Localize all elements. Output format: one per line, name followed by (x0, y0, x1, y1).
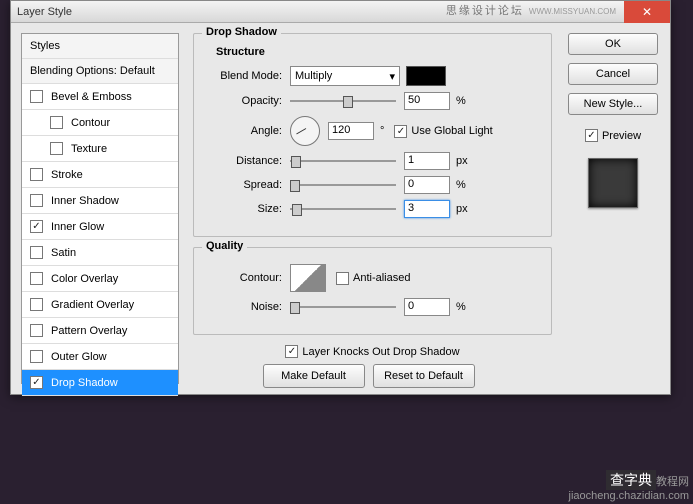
sidebar-checkbox[interactable] (50, 116, 63, 129)
antialiased-checkbox[interactable] (336, 272, 349, 285)
sidebar-checkbox[interactable] (30, 324, 43, 337)
contour-picker[interactable] (290, 264, 326, 292)
quality-group: Quality Contour: Anti-aliased Noise: 0 % (193, 247, 552, 335)
sidebar-checkbox[interactable] (50, 142, 63, 155)
quality-title: Quality (202, 240, 247, 252)
chevron-down-icon: ▾ (389, 70, 395, 83)
angle-label: Angle: (206, 125, 282, 137)
preview-label: Preview (602, 130, 641, 142)
preview-checkbox[interactable] (585, 129, 598, 142)
global-light-label: Use Global Light (411, 125, 492, 137)
sidebar-checkbox[interactable] (30, 194, 43, 207)
sidebar-item-inner-shadow[interactable]: Inner Shadow (22, 188, 178, 214)
structure-group: Drop Shadow Structure Blend Mode: Multip… (193, 33, 552, 237)
sidebar-checkbox[interactable] (30, 168, 43, 181)
preview-thumbnail (588, 158, 638, 208)
sidebar-checkbox[interactable] (30, 350, 43, 363)
sidebar-item-label: Inner Shadow (51, 195, 119, 207)
sidebar-item-label: Satin (51, 247, 76, 259)
knockout-checkbox[interactable] (285, 345, 298, 358)
blend-mode-label: Blend Mode: (206, 70, 282, 82)
page-watermark: 查字典教程网 jiaocheng.chazidian.com (569, 470, 689, 502)
sidebar-item-label: Texture (71, 143, 107, 155)
size-field[interactable]: 3 (404, 200, 450, 218)
angle-field[interactable]: 120 (328, 122, 374, 140)
size-label: Size: (206, 203, 282, 215)
blend-mode-select[interactable]: Multiply ▾ (290, 66, 400, 86)
spread-field[interactable]: 0 (404, 176, 450, 194)
sidebar-checkbox[interactable] (30, 246, 43, 259)
layer-style-dialog: Layer Style 思缘设计论坛 WWW.MISSYUAN.COM ✕ St… (10, 0, 671, 395)
sidebar-item-inner-glow[interactable]: Inner Glow (22, 214, 178, 240)
sidebar-styles-header[interactable]: Styles (22, 34, 178, 59)
sidebar-blending-header[interactable]: Blending Options: Default (22, 59, 178, 84)
window-title: Layer Style (17, 6, 72, 18)
sidebar-item-bevel-emboss[interactable]: Bevel & Emboss (22, 84, 178, 110)
contour-label: Contour: (206, 272, 282, 284)
cancel-button[interactable]: Cancel (568, 63, 658, 85)
sidebar-checkbox[interactable] (30, 376, 43, 389)
make-default-button[interactable]: Make Default (263, 364, 365, 388)
angle-dial[interactable] (290, 116, 320, 146)
global-light-checkbox[interactable] (394, 125, 407, 138)
panel-title: Drop Shadow (202, 26, 281, 38)
sidebar-item-pattern-overlay[interactable]: Pattern Overlay (22, 318, 178, 344)
content-area: Styles Blending Options: Default Bevel &… (11, 23, 670, 394)
sidebar-item-stroke[interactable]: Stroke (22, 162, 178, 188)
distance-label: Distance: (206, 155, 282, 167)
opacity-slider[interactable] (290, 94, 396, 108)
sidebar-item-label: Outer Glow (51, 351, 107, 363)
distance-field[interactable]: 1 (404, 152, 450, 170)
antialiased-label: Anti-aliased (353, 272, 410, 284)
title-bar[interactable]: Layer Style 思缘设计论坛 WWW.MISSYUAN.COM ✕ (11, 1, 670, 23)
sidebar-item-label: Pattern Overlay (51, 325, 127, 337)
structure-subtitle: Structure (216, 46, 539, 58)
shadow-color-swatch[interactable] (406, 66, 446, 86)
noise-slider[interactable] (290, 300, 396, 314)
reset-default-button[interactable]: Reset to Default (373, 364, 475, 388)
sidebar-item-label: Bevel & Emboss (51, 91, 132, 103)
sidebar-item-label: Stroke (51, 169, 83, 181)
sidebar-checkbox[interactable] (30, 298, 43, 311)
sidebar-item-label: Contour (71, 117, 110, 129)
spread-label: Spread: (206, 179, 282, 191)
sidebar-checkbox[interactable] (30, 90, 43, 103)
sidebar-item-texture[interactable]: Texture (22, 136, 178, 162)
sidebar-item-label: Inner Glow (51, 221, 104, 233)
sidebar-item-color-overlay[interactable]: Color Overlay (22, 266, 178, 292)
settings-panel: Drop Shadow Structure Blend Mode: Multip… (189, 33, 556, 384)
noise-label: Noise: (206, 301, 282, 313)
watermark-text: 思缘设计论坛 WWW.MISSYUAN.COM (446, 2, 616, 18)
close-button[interactable]: ✕ (624, 1, 670, 23)
distance-slider[interactable] (290, 154, 396, 168)
right-panel: OK Cancel New Style... Preview (566, 33, 660, 384)
sidebar-item-label: Color Overlay (51, 273, 118, 285)
opacity-field[interactable]: 50 (404, 92, 450, 110)
sidebar-item-outer-glow[interactable]: Outer Glow (22, 344, 178, 370)
ok-button[interactable]: OK (568, 33, 658, 55)
sidebar-checkbox[interactable] (30, 220, 43, 233)
sidebar-item-gradient-overlay[interactable]: Gradient Overlay (22, 292, 178, 318)
sidebar-item-satin[interactable]: Satin (22, 240, 178, 266)
noise-field[interactable]: 0 (404, 298, 450, 316)
sidebar-item-drop-shadow[interactable]: Drop Shadow (22, 370, 178, 396)
new-style-button[interactable]: New Style... (568, 93, 658, 115)
size-slider[interactable] (290, 202, 396, 216)
opacity-label: Opacity: (206, 95, 282, 107)
sidebar-item-label: Gradient Overlay (51, 299, 134, 311)
knockout-label: Layer Knocks Out Drop Shadow (302, 346, 459, 358)
sidebar-checkbox[interactable] (30, 272, 43, 285)
sidebar-item-contour[interactable]: Contour (22, 110, 178, 136)
sidebar-item-label: Drop Shadow (51, 377, 118, 389)
spread-slider[interactable] (290, 178, 396, 192)
effects-sidebar: Styles Blending Options: Default Bevel &… (21, 33, 179, 384)
